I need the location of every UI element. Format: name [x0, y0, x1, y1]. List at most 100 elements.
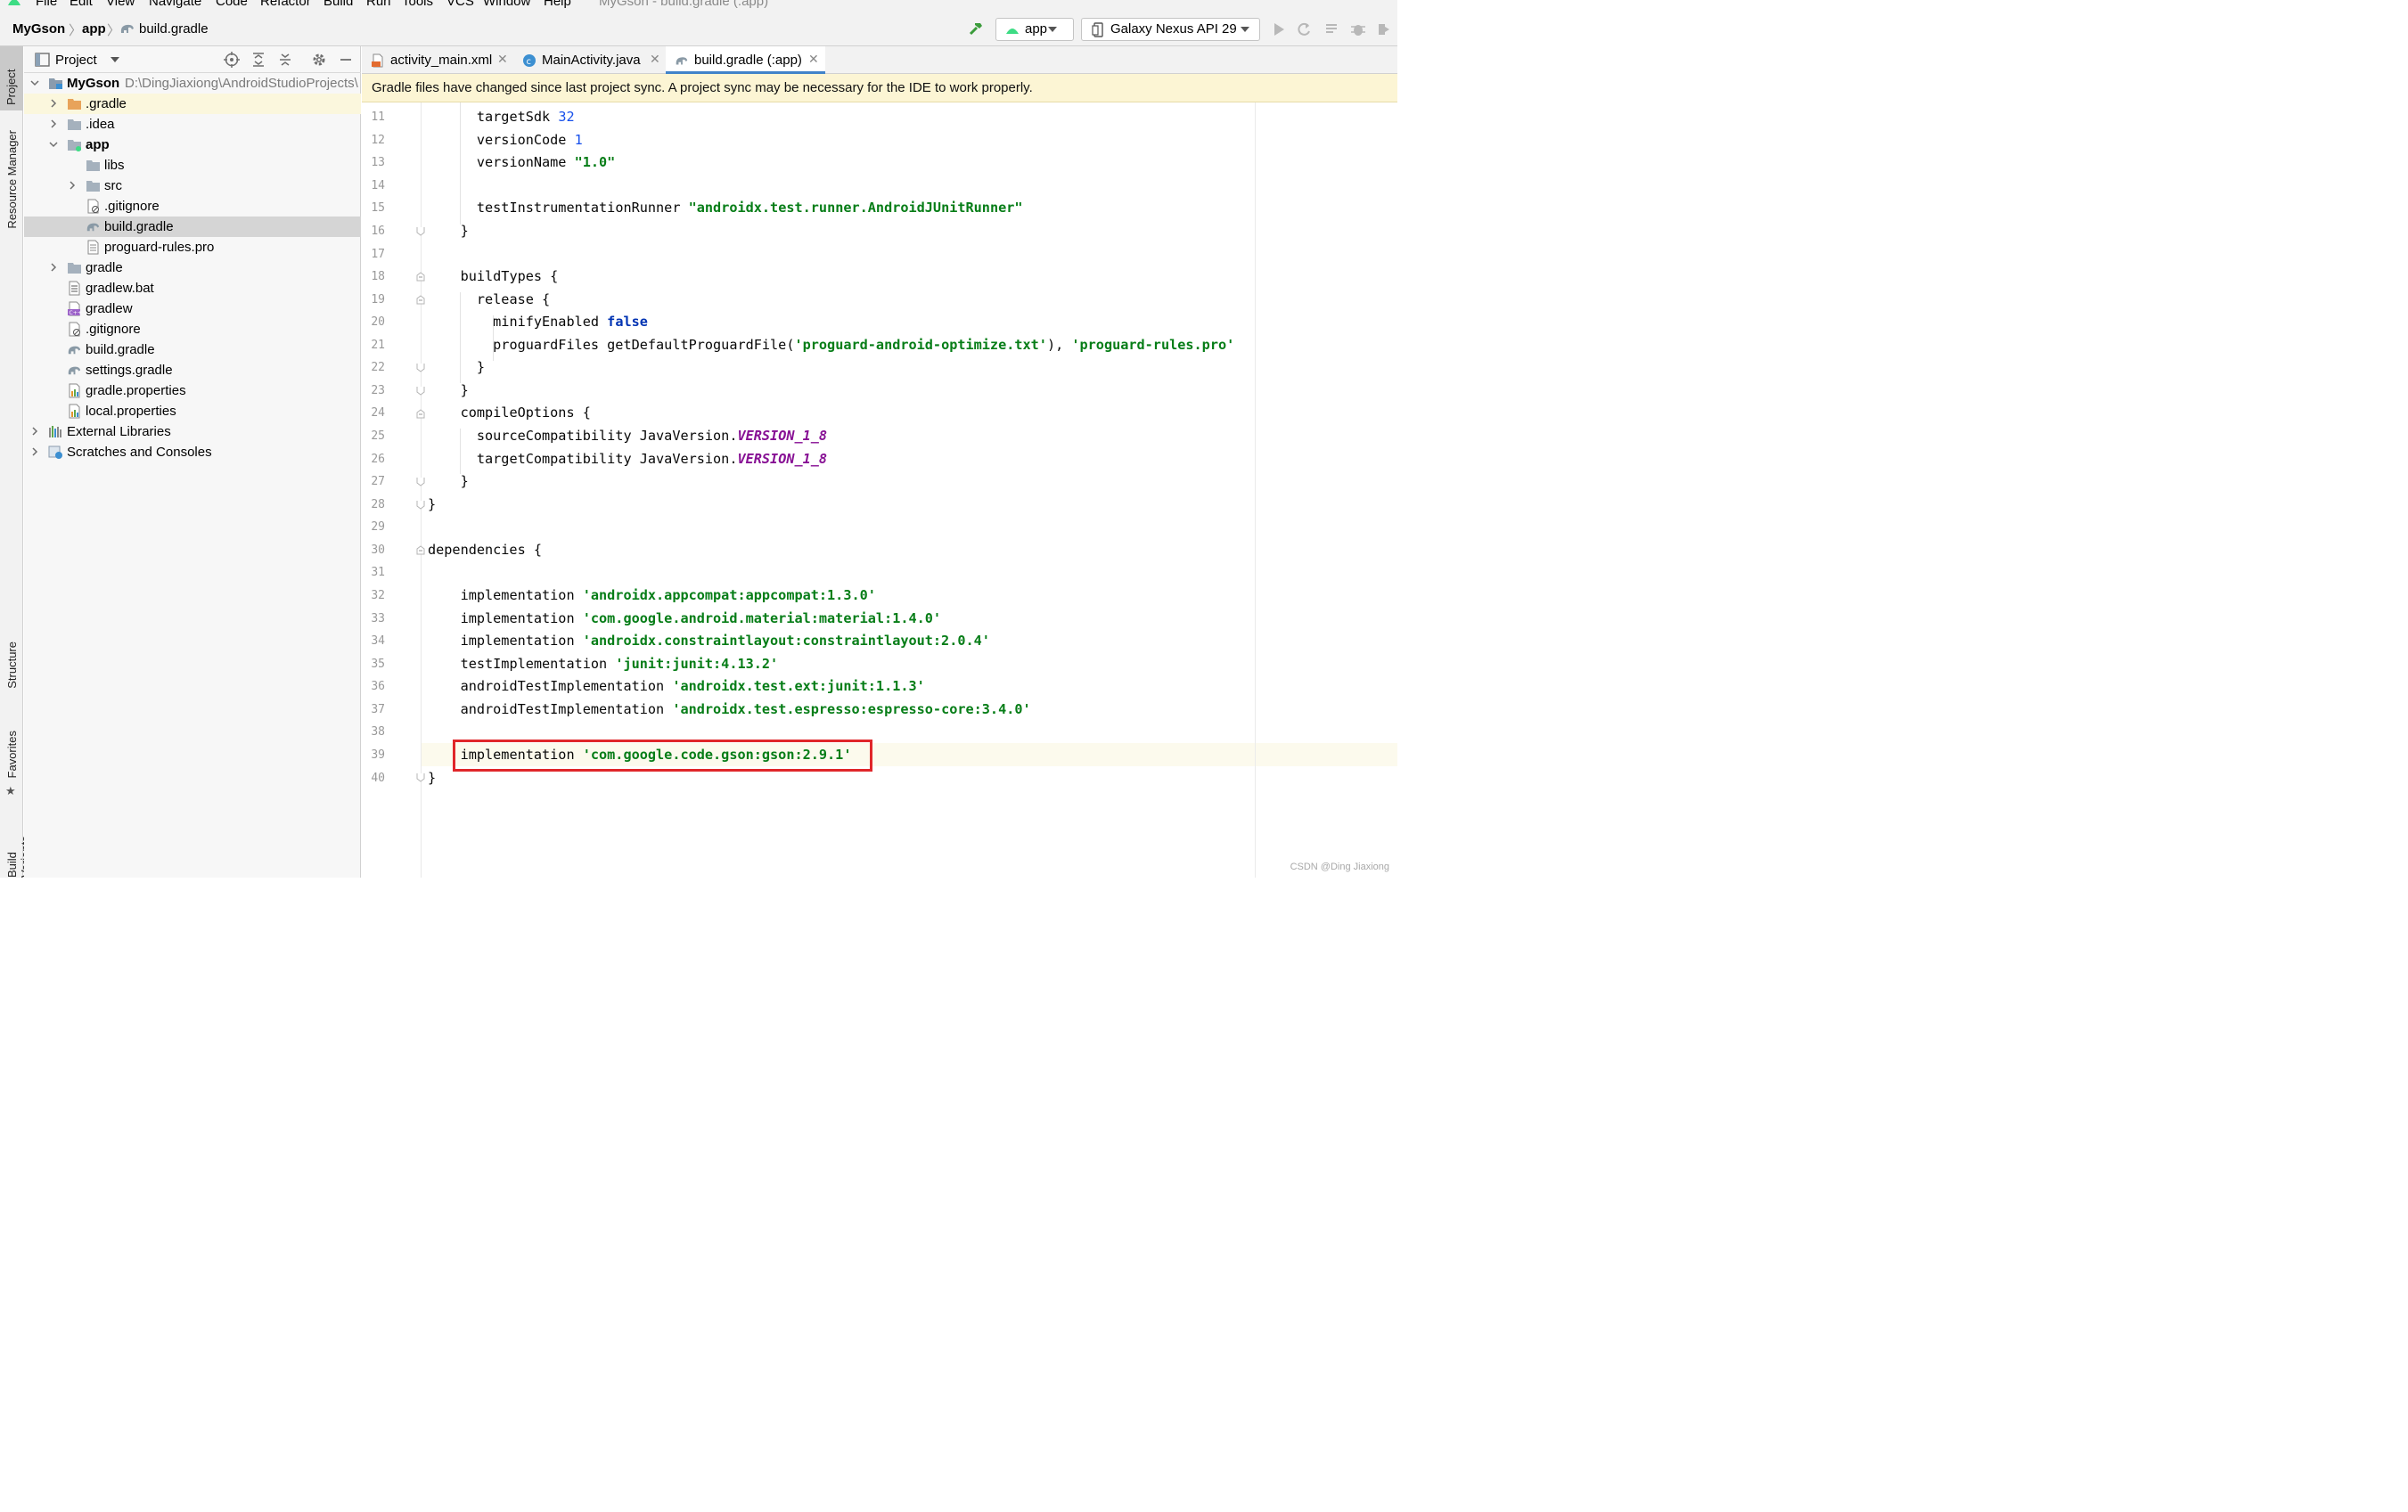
tree-item[interactable]: .gitignore: [24, 319, 361, 339]
tree-item[interactable]: gradle: [24, 257, 361, 278]
code-line: testInstrumentationRunner "androidx.test…: [476, 200, 1023, 216]
tree-item-label: app: [86, 137, 110, 152]
menu-view[interactable]: View: [106, 0, 135, 9]
close-icon[interactable]: ✕: [808, 52, 819, 67]
fold-start-icon[interactable]: [416, 545, 425, 555]
fold-end-icon[interactable]: [416, 386, 425, 396]
breadcrumb-file[interactable]: build.gradle: [139, 21, 209, 37]
tree-item-root[interactable]: MyGson D:\DingJiaxiong\AndroidStudioProj…: [24, 73, 361, 94]
chevron-right-icon[interactable]: [29, 426, 40, 437]
line-number: 21: [371, 339, 385, 352]
tree-item-label: gradle.properties: [86, 383, 186, 398]
tab-favorites[interactable]: Favorites: [5, 731, 19, 778]
tree-item[interactable]: app: [24, 135, 361, 155]
code-line: versionName "1.0": [476, 154, 616, 170]
chevron-down-icon[interactable]: [29, 78, 40, 88]
locate-file-icon[interactable]: [224, 52, 240, 68]
profile-icon[interactable]: [1376, 21, 1392, 37]
code-line: }: [428, 770, 437, 786]
chevron-right-icon[interactable]: [48, 262, 59, 273]
line-number: 25: [371, 429, 385, 443]
build-hammer-icon[interactable]: [968, 20, 984, 37]
menu-help[interactable]: Help: [544, 0, 571, 9]
collapse-all-icon[interactable]: [277, 52, 293, 68]
tree-item[interactable]: External Libraries: [24, 421, 361, 442]
fold-end-icon[interactable]: [416, 363, 425, 372]
tab-mainactivity-java[interactable]: c MainActivity.java ✕: [513, 46, 666, 74]
tree-item[interactable]: proguard-rules.pro: [24, 237, 361, 257]
code-line: compileOptions {: [460, 405, 591, 421]
fold-end-icon[interactable]: [416, 772, 425, 782]
tab-resource-manager[interactable]: Resource Manager: [5, 130, 19, 229]
menu-vcs[interactable]: VCS: [446, 0, 474, 9]
properties-file-icon: [69, 383, 80, 398]
fold-end-icon[interactable]: [416, 477, 425, 486]
fold-start-icon[interactable]: [416, 272, 425, 282]
tree-item[interactable]: libs: [24, 155, 361, 176]
run-configuration-label: app: [1025, 21, 1048, 37]
breadcrumb-project[interactable]: MyGson: [12, 21, 65, 37]
tree-item[interactable]: Scratches and Consoles: [24, 442, 361, 462]
menu-tools[interactable]: Tools: [402, 0, 433, 9]
expand-all-icon[interactable]: [250, 52, 266, 68]
tree-item-label: build.gradle: [86, 342, 155, 357]
close-icon[interactable]: ✕: [650, 52, 660, 67]
tab-project-tool[interactable]: Project: [0, 46, 23, 110]
fold-start-icon[interactable]: [416, 409, 425, 419]
tree-item[interactable]: .gitignore: [24, 196, 361, 217]
tree-item[interactable]: .idea: [24, 114, 361, 135]
fold-end-icon[interactable]: [416, 500, 425, 510]
fold-start-icon[interactable]: [416, 295, 425, 305]
tree-item[interactable]: settings.gradle: [24, 360, 361, 380]
chevron-right-icon[interactable]: [48, 98, 59, 109]
menu-code[interactable]: Code: [216, 0, 248, 9]
line-number: 20: [371, 315, 385, 329]
right-margin-guide: [1255, 102, 1256, 878]
chevron-right-icon[interactable]: [67, 180, 78, 191]
hide-panel-icon[interactable]: [338, 52, 354, 68]
tab-build-gradle-app[interactable]: build.gradle (:app) ✕: [666, 46, 825, 74]
code-editor[interactable]: 11 12 13 14 15 16 17 18 19 20 21 22 23 2…: [362, 102, 1397, 878]
run-icon[interactable]: [1271, 21, 1287, 37]
strip-tab-label: Resource Manager: [5, 130, 19, 229]
code-line: implementation 'com.google.android.mater…: [460, 610, 942, 626]
project-view-title[interactable]: Project: [55, 53, 97, 68]
code-line: }: [428, 496, 437, 512]
line-number: 16: [371, 225, 385, 238]
run-configuration-select[interactable]: app: [995, 18, 1074, 41]
menu-edit[interactable]: Edit: [70, 0, 93, 9]
menu-refactor[interactable]: Refactor: [260, 0, 311, 9]
left-tool-strip: Project Resource Manager Structure Favor…: [0, 46, 32, 878]
gear-icon[interactable]: [311, 52, 327, 68]
tab-activity-main-xml[interactable]: activity_main.xml ✕: [362, 46, 513, 74]
tree-item[interactable]: gradle.properties: [24, 380, 361, 401]
chevron-down-icon[interactable]: [48, 139, 59, 150]
tab-structure[interactable]: Structure: [5, 642, 19, 689]
tree-item[interactable]: gradlew.bat: [24, 278, 361, 298]
menu-run[interactable]: Run: [366, 0, 391, 9]
chevron-right-icon[interactable]: [48, 119, 59, 129]
tree-item-selected[interactable]: build.gradle: [24, 217, 361, 237]
tree-item[interactable]: .gradle: [24, 94, 361, 114]
fold-end-icon[interactable]: [416, 226, 425, 236]
tree-item[interactable]: C++ gradlew: [24, 298, 361, 319]
menu-build[interactable]: Build: [324, 0, 353, 9]
code-line: versionCode 1: [476, 132, 583, 148]
apply-changes-icon[interactable]: [1296, 21, 1312, 37]
tree-item[interactable]: local.properties: [24, 401, 361, 421]
close-icon[interactable]: ✕: [497, 52, 508, 67]
tree-item[interactable]: src: [24, 176, 361, 196]
breadcrumb-module[interactable]: app: [82, 21, 106, 37]
menu-window[interactable]: Window: [483, 0, 530, 9]
chevron-right-icon[interactable]: [29, 446, 40, 457]
menu-navigate[interactable]: Navigate: [149, 0, 201, 9]
chevron-down-icon[interactable]: [111, 57, 119, 62]
apply-code-changes-icon[interactable]: [1324, 21, 1340, 37]
tree-item[interactable]: build.gradle: [24, 339, 361, 360]
device-select[interactable]: Galaxy Nexus API 29: [1081, 18, 1260, 41]
debug-icon[interactable]: [1350, 21, 1366, 37]
menu-file[interactable]: File: [36, 0, 57, 9]
line-number: 13: [371, 156, 385, 169]
project-path: D:\DingJiaxiong\AndroidStudioProjects\: [125, 76, 358, 91]
folder-icon: [68, 119, 81, 130]
